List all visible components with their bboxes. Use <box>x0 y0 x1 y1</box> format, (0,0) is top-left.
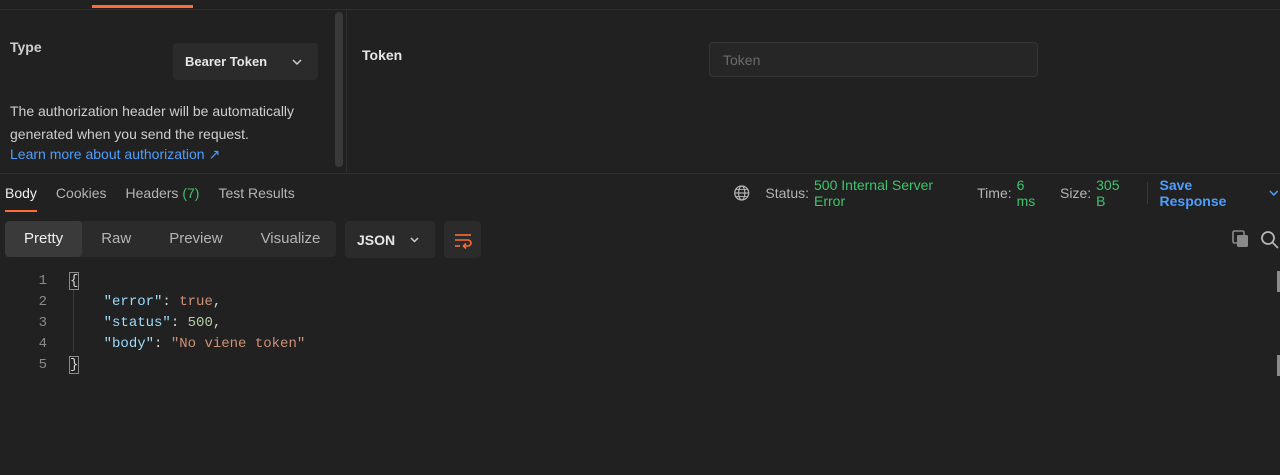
auth-type-select[interactable]: Bearer Token <box>173 43 318 80</box>
copy-icon[interactable] <box>1230 228 1252 250</box>
tab-headers-label: Headers <box>125 185 179 201</box>
json-colon: : <box>170 315 188 331</box>
size-label: Size: <box>1060 185 1092 201</box>
json-key: "status" <box>103 315 171 331</box>
response-body-editor[interactable]: 1 { 2 "error": true, 3 "status": 500, 4 … <box>0 268 1280 475</box>
tab-headers[interactable]: Headers (7) <box>121 174 205 212</box>
format-select[interactable]: JSON <box>345 221 435 258</box>
save-separator <box>1146 182 1148 204</box>
status-value[interactable]: 500 Internal Server Error <box>814 177 963 209</box>
json-open-brace: { <box>68 272 80 290</box>
code-line: 4 "body": "No viene token" <box>0 334 1270 355</box>
view-mode-group: Pretty Raw Preview Visualize <box>5 221 336 257</box>
time-label: Time: <box>977 185 1012 201</box>
panel-divider <box>346 10 347 173</box>
learn-more-auth-link[interactable]: Learn more about authorization ↗ <box>10 146 220 163</box>
view-visualize-button[interactable]: Visualize <box>242 221 340 257</box>
code-line: 3 "status": 500, <box>0 313 1270 334</box>
response-meta: Status: 500 Internal Server Error Time: … <box>733 174 1280 212</box>
json-comma: , <box>212 315 222 331</box>
code-line: 5 } <box>0 355 1270 376</box>
line-number: 1 <box>38 273 47 289</box>
line-number: 5 <box>38 357 47 373</box>
json-colon: : <box>154 336 171 352</box>
auth-type-value: Bearer Token <box>185 54 268 69</box>
view-raw-button[interactable]: Raw <box>82 221 150 257</box>
tab-cookies[interactable]: Cookies <box>51 174 112 212</box>
json-value: true <box>179 294 213 310</box>
wrap-lines-button[interactable] <box>444 221 481 258</box>
active-tab-indicator <box>92 5 193 8</box>
json-close-brace: } <box>68 356 80 374</box>
request-tabs-strip <box>0 0 1280 10</box>
chevron-down-icon <box>410 237 419 243</box>
wrap-lines-icon <box>454 233 472 249</box>
json-key: "error" <box>103 294 163 310</box>
json-comma: , <box>212 294 222 310</box>
view-pretty-button[interactable]: Pretty <box>5 221 83 257</box>
auth-type-label: Type <box>10 39 42 55</box>
search-icon[interactable] <box>1258 228 1280 250</box>
line-number: 2 <box>38 294 47 310</box>
json-key: "body" <box>103 336 155 352</box>
globe-icon[interactable] <box>733 184 750 202</box>
headers-count-badge: (7) <box>182 185 200 201</box>
view-preview-button[interactable]: Preview <box>150 221 241 257</box>
chevron-down-icon <box>1269 190 1279 196</box>
save-response-label: Save Response <box>1159 177 1227 209</box>
status-label: Status: <box>765 185 810 201</box>
line-number: 4 <box>38 336 47 352</box>
save-response-button[interactable]: Save Response <box>1160 177 1280 209</box>
format-value: JSON <box>357 231 396 248</box>
tab-body[interactable]: Body <box>0 174 42 212</box>
code-line: 2 "error": true, <box>0 292 1270 313</box>
json-value: "No viene token" <box>170 336 306 352</box>
auth-type-panel: Type Bearer Token The authorization head… <box>0 10 335 173</box>
chevron-down-icon <box>292 59 302 66</box>
code-line: 1 { <box>0 271 1270 292</box>
json-colon: : <box>162 294 180 310</box>
auth-panel-scrollbar[interactable] <box>335 12 343 167</box>
json-value: 500 <box>187 315 213 331</box>
line-number: 3 <box>38 315 47 331</box>
response-tabs: Body Cookies Headers (7) Test Results <box>0 174 309 212</box>
size-value[interactable]: 305 B <box>1096 177 1131 209</box>
token-label: Token <box>362 47 403 63</box>
auth-help-text: The authorization header will be automat… <box>10 103 295 142</box>
tab-test-results[interactable]: Test Results <box>213 174 299 212</box>
token-input[interactable] <box>709 42 1038 77</box>
time-value[interactable]: 6 ms <box>1017 177 1046 209</box>
